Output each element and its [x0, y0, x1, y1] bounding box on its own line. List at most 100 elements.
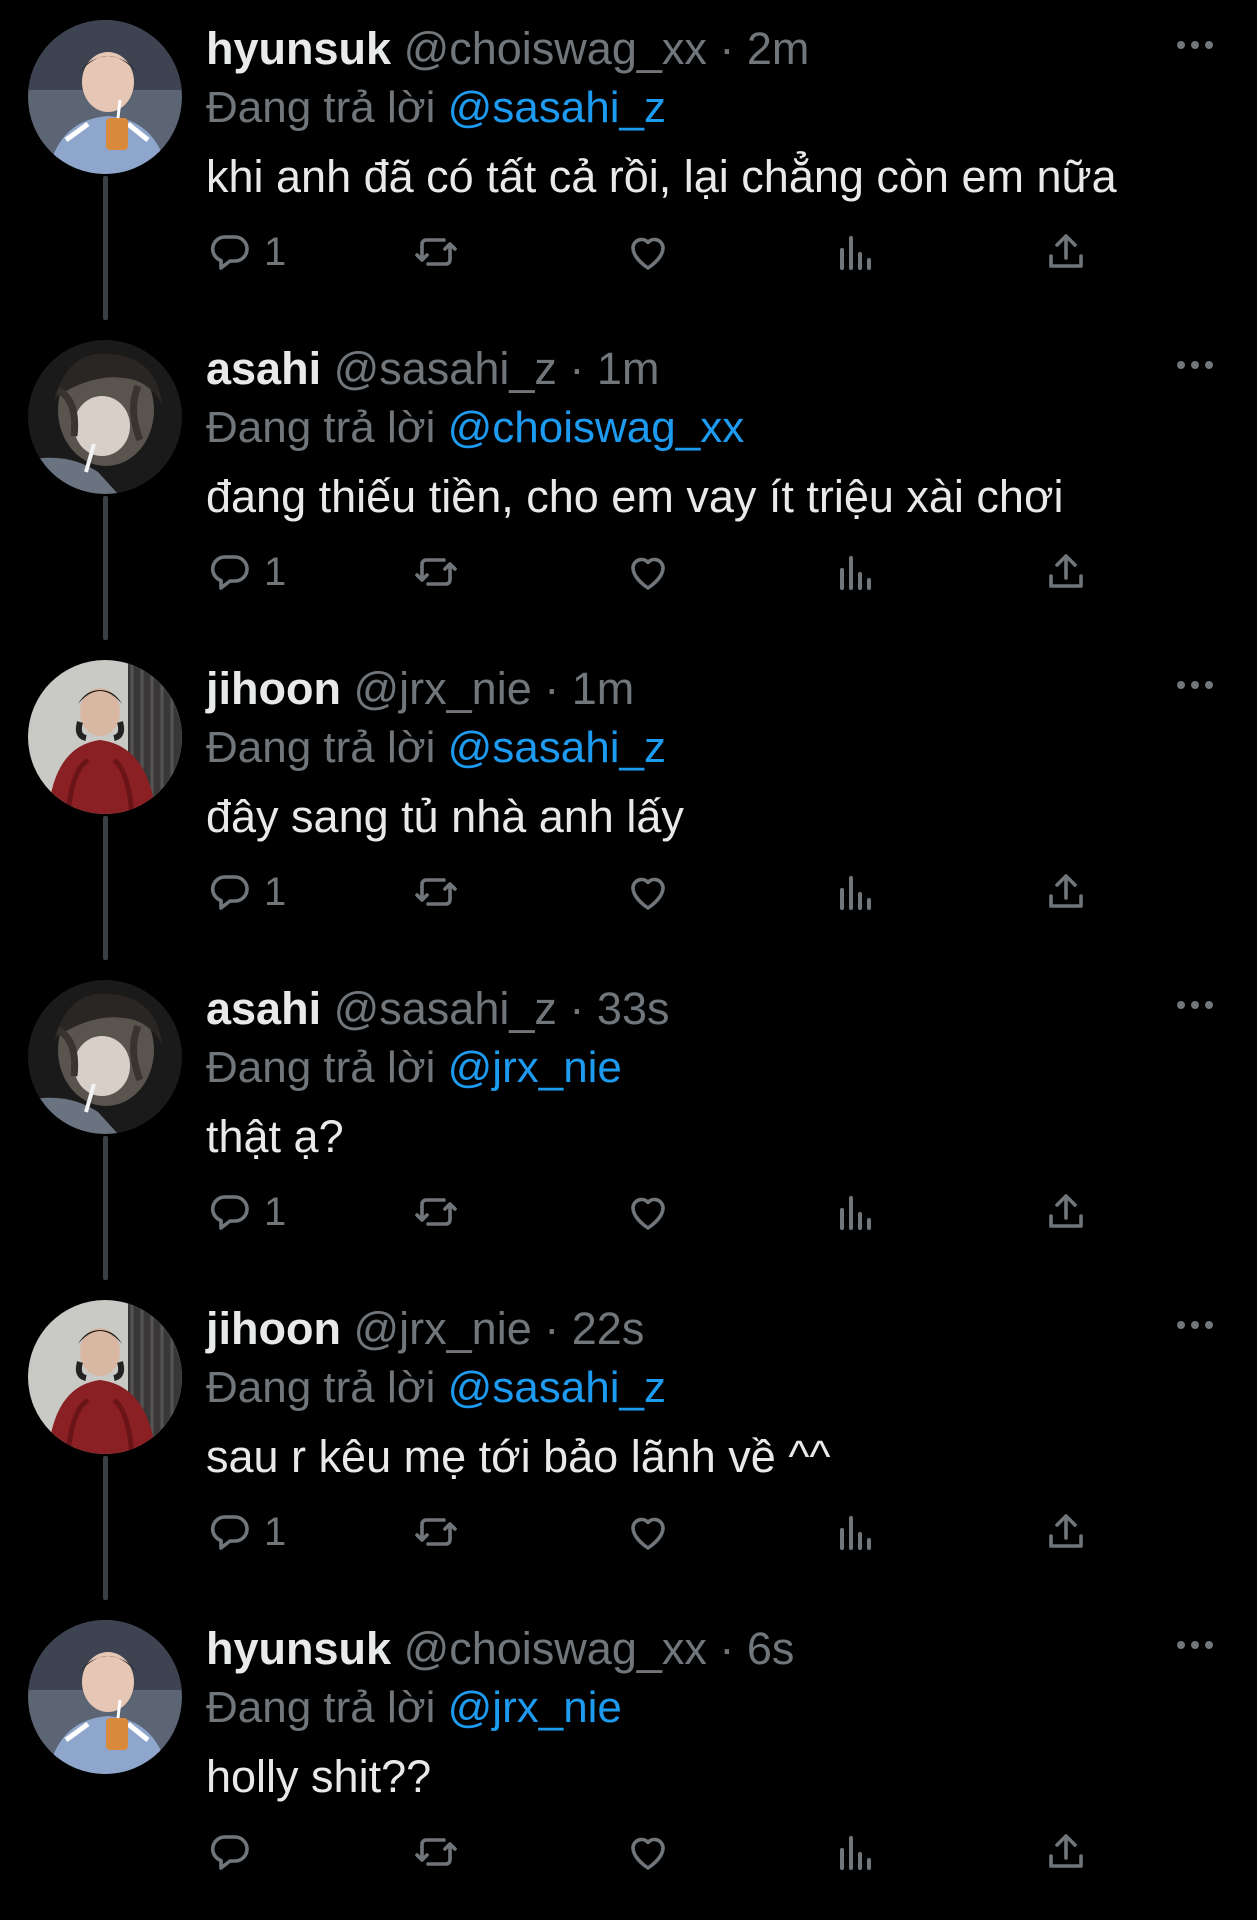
retweet-icon	[415, 878, 457, 906]
views-button[interactable]	[832, 1182, 880, 1242]
replying-to-handle[interactable]: @sasahi_z	[448, 1363, 666, 1412]
retweet-button[interactable]	[412, 1182, 460, 1242]
reply-icon	[210, 235, 249, 270]
user-handle[interactable]: @sasahi_z	[334, 983, 557, 1034]
timestamp[interactable]: 1m	[597, 343, 660, 394]
user-handle[interactable]: @jrx_nie	[353, 1303, 531, 1354]
retweet-button[interactable]	[412, 542, 460, 602]
tweet[interactable]: hyunsuk @choiswag_xx · 2m Đang trả lời @…	[0, 0, 1257, 320]
heart-icon	[631, 557, 665, 590]
tweet[interactable]: jihoon @jrx_nie · 22s Đang trả lời @sasa…	[0, 1280, 1257, 1600]
views-button[interactable]	[832, 862, 880, 922]
reply-button[interactable]: 1	[206, 1502, 286, 1562]
reply-count: 1	[264, 1509, 287, 1554]
share-icon	[1049, 874, 1083, 908]
more-icon[interactable]	[1175, 38, 1215, 52]
replying-to-handle[interactable]: @sasahi_z	[448, 723, 666, 772]
timestamp[interactable]: 33s	[597, 983, 670, 1034]
avatar[interactable]	[28, 20, 182, 174]
like-button[interactable]	[624, 862, 672, 922]
retweet-button[interactable]	[412, 1822, 460, 1882]
separator-dot: ·	[719, 1623, 735, 1674]
reply-count: 1	[264, 1189, 287, 1234]
retweet-button[interactable]	[412, 222, 460, 282]
heart-icon	[631, 877, 665, 910]
tweet[interactable]: asahi @sasahi_z · 33s Đang trả lời @jrx_…	[0, 960, 1257, 1280]
like-button[interactable]	[624, 1502, 672, 1562]
retweet-button[interactable]	[412, 1502, 460, 1562]
views-button[interactable]	[832, 1822, 880, 1882]
user-handle[interactable]: @jrx_nie	[353, 663, 531, 714]
tweet-actions	[206, 1822, 1106, 1882]
reply-button[interactable]: 1	[206, 222, 286, 282]
tweet-header: hyunsuk @choiswag_xx · 2m	[206, 18, 1166, 80]
display-name[interactable]: hyunsuk	[206, 23, 391, 74]
reply-icon	[210, 1835, 249, 1870]
tweet-text: thật ạ?	[206, 1111, 344, 1162]
replying-to: Đang trả lời @jrx_nie	[206, 1040, 1166, 1096]
replying-to-handle[interactable]: @choiswag_xx	[448, 403, 745, 452]
replying-to-label: Đang trả lời	[206, 1363, 436, 1412]
thread-connector-line	[103, 816, 108, 960]
reply-button[interactable]: 1	[206, 1182, 286, 1242]
replying-to-handle[interactable]: @jrx_nie	[448, 1683, 622, 1732]
share-button[interactable]	[1042, 542, 1090, 602]
views-icon	[840, 1516, 871, 1550]
share-icon	[1049, 234, 1083, 268]
user-handle[interactable]: @choiswag_xx	[404, 23, 707, 74]
views-icon	[840, 1196, 871, 1230]
share-button[interactable]	[1042, 222, 1090, 282]
display-name[interactable]: asahi	[206, 343, 321, 394]
timestamp[interactable]: 22s	[572, 1303, 645, 1354]
avatar[interactable]	[28, 660, 182, 814]
more-icon[interactable]	[1175, 358, 1215, 372]
share-button[interactable]	[1042, 862, 1090, 922]
more-icon[interactable]	[1175, 678, 1215, 692]
timestamp[interactable]: 2m	[747, 23, 810, 74]
avatar[interactable]	[28, 1300, 182, 1454]
more-icon[interactable]	[1175, 998, 1215, 1012]
retweet-button[interactable]	[412, 862, 460, 922]
like-button[interactable]	[624, 542, 672, 602]
more-icon[interactable]	[1175, 1318, 1215, 1332]
display-name[interactable]: hyunsuk	[206, 1623, 391, 1674]
share-button[interactable]	[1042, 1822, 1090, 1882]
avatar[interactable]	[28, 1620, 182, 1774]
tweet[interactable]: jihoon @jrx_nie · 1m Đang trả lời @sasah…	[0, 640, 1257, 960]
reply-thread: hyunsuk @choiswag_xx · 2m Đang trả lời @…	[0, 0, 1257, 1920]
views-icon	[840, 876, 871, 910]
share-button[interactable]	[1042, 1502, 1090, 1562]
tweet-actions: 1	[206, 1182, 1106, 1242]
tweet[interactable]: hyunsuk @choiswag_xx · 6s Đang trả lời @…	[0, 1600, 1257, 1920]
display-name[interactable]: asahi	[206, 983, 321, 1034]
avatar[interactable]	[28, 340, 182, 494]
jihoon-avatar	[28, 660, 182, 814]
like-button[interactable]	[624, 222, 672, 282]
more-icon[interactable]	[1175, 1638, 1215, 1652]
replying-to-handle[interactable]: @sasahi_z	[448, 83, 666, 132]
display-name[interactable]: jihoon	[206, 1303, 341, 1354]
user-handle[interactable]: @choiswag_xx	[404, 1623, 707, 1674]
replying-to-handle[interactable]: @jrx_nie	[448, 1043, 622, 1092]
like-button[interactable]	[624, 1182, 672, 1242]
views-button[interactable]	[832, 222, 880, 282]
reply-button[interactable]: 1	[206, 862, 286, 922]
tweet-header: hyunsuk @choiswag_xx · 6s	[206, 1618, 1166, 1680]
replying-to: Đang trả lời @sasahi_z	[206, 1360, 1166, 1416]
timestamp[interactable]: 1m	[572, 663, 635, 714]
display-name[interactable]: jihoon	[206, 663, 341, 714]
tweet-text: đây sang tủ nhà anh lấy	[206, 791, 684, 842]
tweet[interactable]: asahi @sasahi_z · 1m Đang trả lời @chois…	[0, 320, 1257, 640]
views-button[interactable]	[832, 1502, 880, 1562]
like-button[interactable]	[624, 1822, 672, 1882]
avatar[interactable]	[28, 980, 182, 1134]
reply-button[interactable]: 1	[206, 542, 286, 602]
reply-count: 1	[264, 869, 287, 914]
share-button[interactable]	[1042, 1182, 1090, 1242]
reply-icon	[210, 1515, 249, 1550]
user-handle[interactable]: @sasahi_z	[334, 343, 557, 394]
reply-button[interactable]	[206, 1822, 264, 1882]
hyunsuk-avatar	[28, 1620, 182, 1774]
timestamp[interactable]: 6s	[747, 1623, 795, 1674]
views-button[interactable]	[832, 542, 880, 602]
